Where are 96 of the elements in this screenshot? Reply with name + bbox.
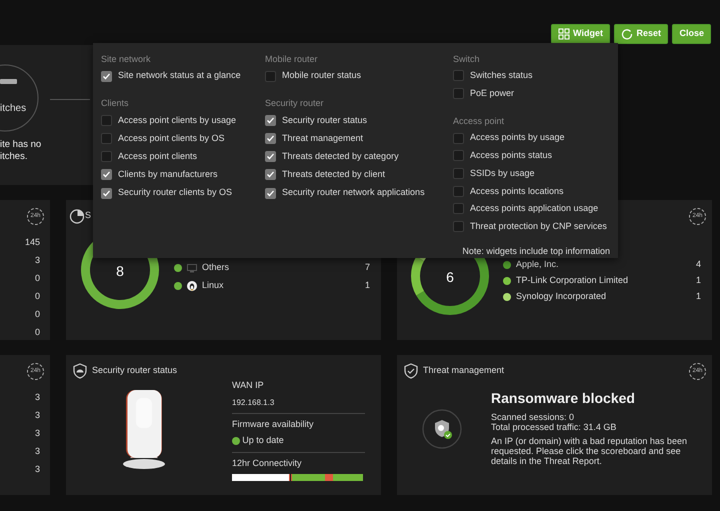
group-heading: Switch (453, 53, 481, 66)
option-label: Threat protection by CNP services (470, 220, 607, 233)
checkbox[interactable] (265, 151, 276, 162)
legend-count: 1 (696, 274, 701, 287)
group-heading: Site network (101, 53, 152, 66)
legend-label: Synology Incorporated (516, 290, 606, 303)
legend-label: TP-Link Corporation Limited (516, 274, 628, 287)
monitor-icon (187, 264, 197, 272)
traffic-text: Total processed traffic: 31.4 GB (491, 422, 618, 432)
count-value: 3 (34, 445, 40, 458)
switch-node-drawing (0, 63, 40, 133)
legend-count: 1 (696, 290, 701, 303)
option-label: Security router status (282, 114, 368, 127)
checkbox[interactable] (265, 70, 276, 82)
card-title: Threat management (423, 364, 504, 378)
count-value: 3 (34, 409, 40, 422)
checkbox[interactable] (101, 151, 112, 162)
checkbox[interactable] (453, 186, 464, 197)
count-value: 0 (34, 290, 40, 303)
option-label: Access point clients by OS (118, 132, 225, 145)
status-text: Up to date (242, 434, 284, 447)
card-title: Security router status (92, 364, 178, 378)
shield-icon (72, 363, 88, 379)
threat-headline: Ransomware blocked (491, 391, 636, 405)
checkbox[interactable] (453, 203, 464, 214)
option-label: Access point clients by usage (118, 114, 236, 127)
option-label: Mobile router status (282, 69, 362, 82)
checkbox[interactable] (265, 132, 276, 144)
legend-count: 1 (364, 279, 370, 292)
grid-icon (558, 28, 570, 40)
option-label: Switches status (470, 69, 533, 82)
legend-label: Linux (202, 279, 224, 292)
status-message-line: itches. (0, 151, 28, 163)
legend-label: Apple, Inc. (516, 258, 559, 271)
checkbox[interactable] (101, 132, 112, 144)
count-value: 3 (34, 391, 40, 404)
count-value: 3 (34, 463, 40, 476)
checkbox[interactable] (101, 114, 112, 126)
field-value: 192.168.1.3 (232, 396, 276, 408)
checkbox[interactable] (453, 88, 464, 100)
checkbox[interactable] (265, 188, 276, 199)
checkbox[interactable] (453, 70, 464, 82)
field-label: Firmware availability (232, 418, 315, 431)
threat-message: An IP (or domain) with a bad reputation has been requested. Please click the scoreboard and see details in the Threat Report. (491, 436, 688, 466)
group-heading: Mobile router (265, 53, 319, 66)
option-label: Access point clients (118, 150, 198, 163)
menu-note: Note: widgets include top information (461, 244, 611, 258)
status-dot (232, 436, 240, 445)
option-label: Security router clients by OS (118, 186, 232, 200)
checkbox[interactable] (101, 70, 112, 82)
legend-count: 7 (364, 261, 370, 274)
group-heading: Clients (101, 97, 130, 110)
legend-label: Others (202, 261, 230, 274)
option-label: Access points status (470, 149, 552, 162)
option-label: Security router network applications (282, 186, 425, 200)
checkbox[interactable] (453, 221, 464, 232)
group-heading: Security router (265, 97, 325, 110)
count-value: 0 (34, 308, 40, 321)
status-message-line: ite has no (0, 139, 42, 151)
count-value: 0 (34, 272, 40, 285)
option-label: Threats detected by category (282, 150, 399, 163)
field-label: 12hr Connectivity (232, 456, 303, 470)
option-label: Access points locations (470, 184, 564, 198)
node-label: itches (0, 102, 26, 116)
option-label: Clients by manufacturers (118, 168, 218, 182)
connector-line (50, 99, 90, 100)
donut-total: 6 (445, 268, 455, 287)
checkbox[interactable] (101, 188, 112, 199)
checkbox[interactable] (265, 169, 276, 180)
shield-alert-icon (422, 408, 462, 448)
option-label: Site network status at a glance (118, 69, 241, 82)
legend-count: 4 (696, 258, 701, 271)
count-value: 0 (34, 326, 40, 339)
group-heading: Access point (453, 115, 506, 128)
shield-check-icon (403, 363, 419, 379)
option-label: PoE power (470, 86, 514, 100)
option-label: Access points application usage (470, 202, 598, 216)
option-label: Access points by usage (470, 131, 565, 144)
count-value: 3 (34, 254, 40, 267)
option-label: Threats detected by client (282, 168, 386, 182)
count-value: 145 (24, 236, 40, 249)
count-value: 3 (34, 427, 40, 440)
checkbox[interactable] (453, 168, 464, 180)
checkbox[interactable] (265, 114, 276, 126)
checkbox[interactable] (453, 132, 464, 144)
sessions-text: Scanned sessions: 0 (491, 412, 576, 422)
donut-total: 8 (115, 262, 125, 281)
card-title: S (85, 209, 92, 222)
field-label: WAN IP (232, 379, 265, 392)
option-label: SSIDs by usage (470, 166, 535, 180)
refresh-icon (621, 28, 634, 40)
pie-chart-icon (69, 208, 85, 224)
checkbox[interactable] (453, 150, 464, 162)
option-label: Threat management (282, 132, 364, 145)
checkbox[interactable] (101, 169, 112, 180)
penguin-icon (187, 281, 197, 291)
